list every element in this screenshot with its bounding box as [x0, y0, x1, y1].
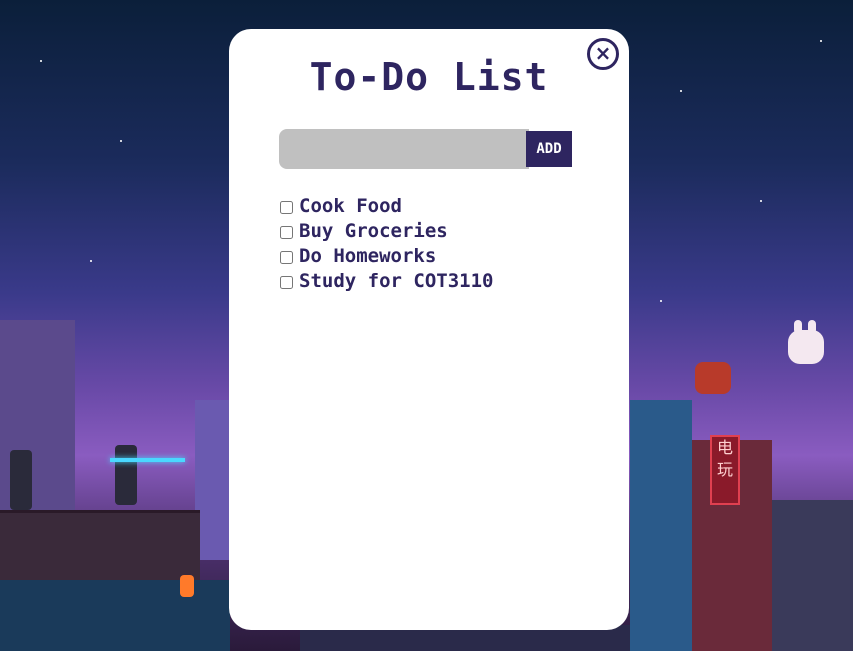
- task-checkbox[interactable]: [280, 200, 293, 214]
- warrior-sprite: [695, 362, 731, 394]
- building: [772, 500, 853, 651]
- ninja-sprite: [10, 450, 32, 510]
- star: [820, 40, 822, 42]
- star: [40, 60, 42, 62]
- task-checkbox[interactable]: [280, 250, 293, 264]
- task-label: Buy Groceries: [299, 219, 448, 242]
- list-item: Buy Groceries: [280, 218, 493, 243]
- bunny-sprite: [788, 320, 824, 364]
- page-title: To-Do List: [309, 55, 549, 99]
- task-checkbox[interactable]: [280, 275, 293, 289]
- star: [660, 300, 662, 302]
- star: [760, 200, 762, 202]
- ninja-sprite: [115, 445, 137, 505]
- lantern-icon: [180, 575, 194, 597]
- list-item: Cook Food: [280, 193, 493, 218]
- energy-blade: [110, 458, 185, 462]
- task-label: Study for COT3110: [299, 269, 494, 292]
- todo-modal: × To-Do List ADD Cook Food Buy Groceries…: [229, 29, 629, 630]
- task-input[interactable]: [279, 129, 529, 169]
- neon-sign: 电玩: [710, 435, 740, 505]
- rooftop: [0, 510, 200, 580]
- list-item: Study for COT3110: [280, 268, 493, 293]
- building: [195, 400, 230, 560]
- add-button[interactable]: ADD: [526, 131, 572, 167]
- building: [630, 400, 692, 651]
- street: [0, 580, 230, 651]
- task-label: Do Homeworks: [299, 244, 437, 267]
- star: [680, 90, 682, 92]
- star: [120, 140, 122, 142]
- star: [90, 260, 92, 262]
- add-task-row: ADD: [279, 129, 572, 169]
- task-checkbox[interactable]: [280, 225, 293, 239]
- task-label: Cook Food: [299, 194, 402, 217]
- list-item: Do Homeworks: [280, 243, 493, 268]
- task-list: Cook Food Buy Groceries Do Homeworks Stu…: [280, 193, 493, 293]
